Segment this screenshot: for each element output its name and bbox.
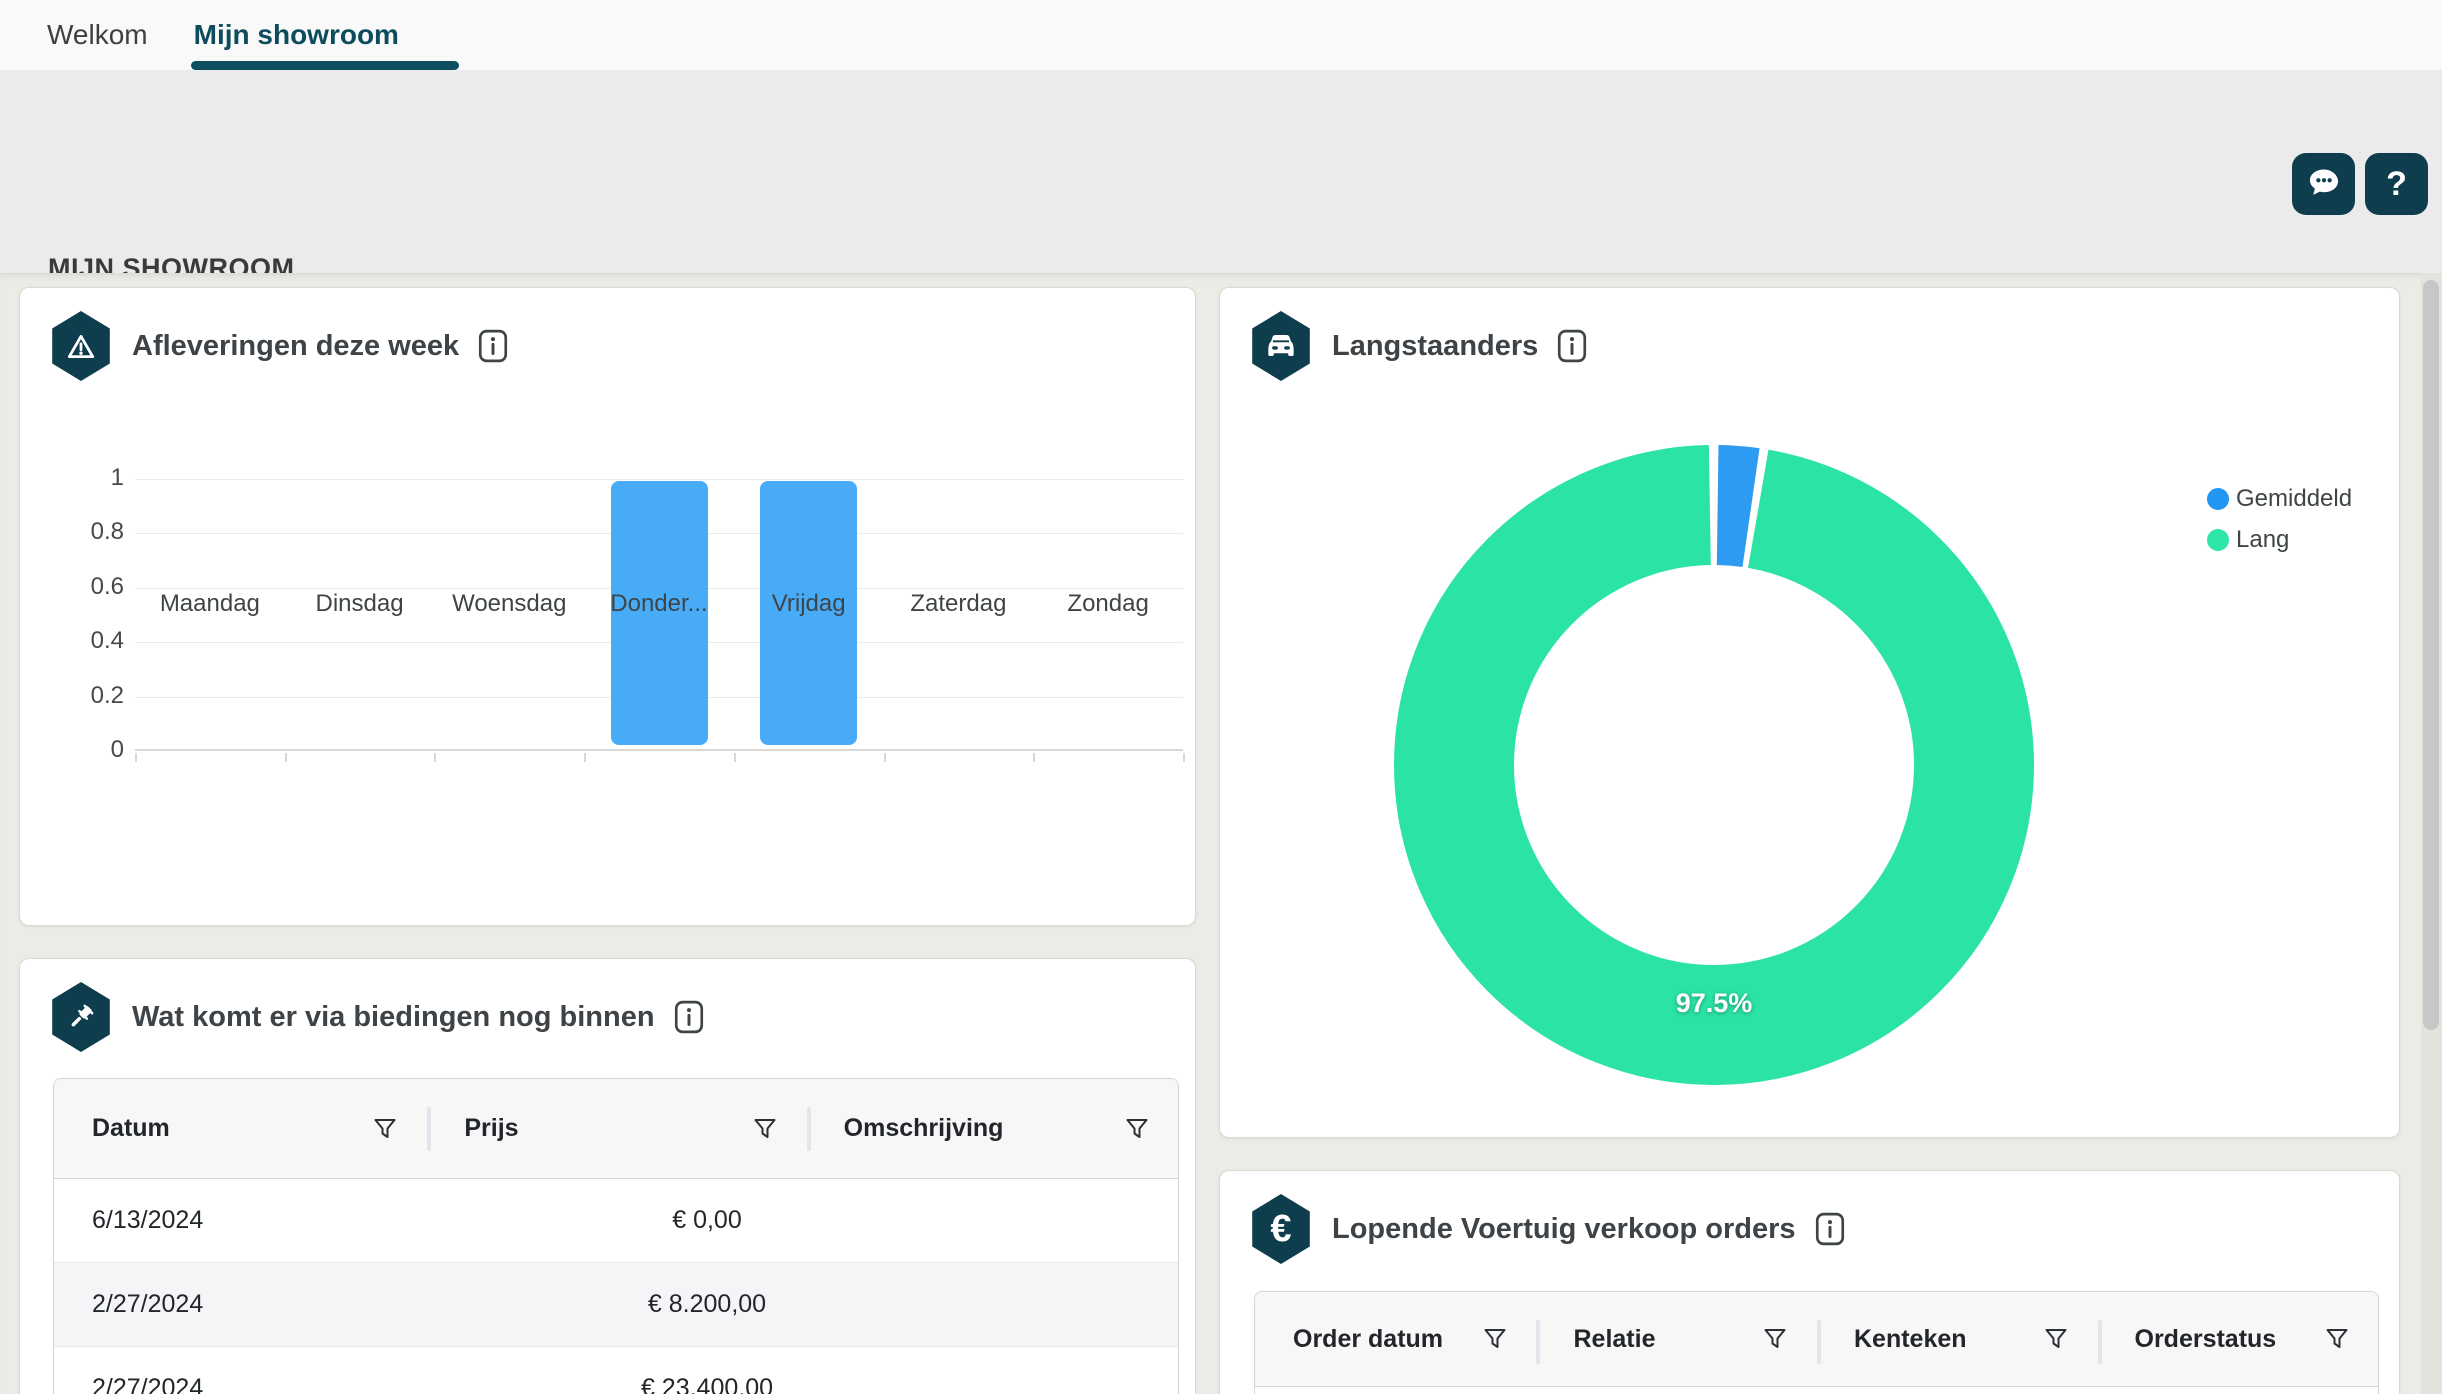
card-header: Langstaanders	[1249, 311, 1587, 381]
tab-welkom-label: Welkom	[47, 19, 148, 51]
y-axis-tick-label: 0.2	[38, 682, 124, 710]
x-axis-tick-label: Zondag	[1033, 590, 1183, 618]
x-axis-tick-label: Donder...	[584, 590, 734, 618]
donut-percentage-label: 97.5%	[1594, 988, 1834, 1019]
column-header-label: Omschrijving	[844, 1114, 1004, 1143]
x-axis-tick	[884, 753, 886, 762]
table-row[interactable]	[1255, 1387, 2378, 1394]
cell-prijs: € 8.200,00	[427, 1290, 987, 1319]
question-mark-icon: ?	[2386, 165, 2407, 204]
card-title: Langstaanders	[1332, 330, 1538, 363]
x-axis-tick	[434, 753, 436, 762]
column-header-relatie: Relatie	[1536, 1292, 1817, 1386]
y-axis-tick-label: 1	[38, 464, 124, 492]
y-axis-tick-label: 0.4	[38, 627, 124, 655]
legend-item-lang[interactable]: Lang	[2207, 526, 2352, 554]
filter-icon[interactable]	[372, 1116, 398, 1142]
orders-table: Order datum Relatie Kenteken Orderstatus	[1254, 1291, 2379, 1394]
card-lopende-verkoop-orders: € Lopende Voertuig verkoop orders Order …	[1219, 1170, 2400, 1394]
column-header-label: Order datum	[1293, 1325, 1443, 1354]
y-axis-tick-label: 0.8	[38, 518, 124, 546]
content-area: Afleveringen deze week 00.20.40.60.81Maa…	[0, 273, 2442, 1394]
cell-prijs: € 0,00	[427, 1206, 987, 1235]
filter-icon[interactable]	[2043, 1326, 2069, 1352]
y-axis-tick-label: 0	[38, 736, 124, 764]
cell-prijs: € 23.400,00	[427, 1374, 987, 1394]
bar-chart-afleveringen: 0 0.2 0.4 0.6 0.8 1 MaandagDinsdagWoensdagDond…	[20, 288, 1195, 925]
column-header-label: Orderstatus	[2135, 1325, 2277, 1354]
x-axis-tick	[135, 753, 137, 762]
card-afleveringen-deze-week: Afleveringen deze week 00.20.40.60.81Maa…	[19, 287, 1196, 926]
filter-icon[interactable]	[1762, 1326, 1788, 1352]
y-axis-tick-label: 0.6	[38, 573, 124, 601]
header-band: ? MIJN SHOWROOM	[0, 70, 2442, 273]
info-icon[interactable]	[1815, 1212, 1845, 1246]
cell-datum: 2/27/2024	[54, 1290, 427, 1319]
table-body: 6/13/2024€ 0,002/27/2024€ 8.200,002/27/2…	[54, 1179, 1178, 1394]
column-header-label: Kenteken	[1854, 1325, 1967, 1354]
x-axis-tick-label: Woensdag	[434, 590, 584, 618]
active-tab-underline	[191, 61, 459, 70]
x-axis-tick	[1183, 753, 1185, 762]
column-header-label: Relatie	[1574, 1325, 1656, 1354]
column-header-datum: Datum	[54, 1079, 426, 1178]
tab-mijn-showroom[interactable]: Mijn showroom	[194, 0, 399, 70]
info-icon[interactable]	[674, 1000, 704, 1034]
help-button[interactable]: ?	[2365, 153, 2428, 215]
card-header: € Lopende Voertuig verkoop orders	[1249, 1194, 1845, 1264]
legend-dot-icon	[2207, 488, 2229, 510]
x-axis-tick	[734, 753, 736, 762]
column-header-kenteken: Kenteken	[1816, 1292, 2097, 1386]
car-icon	[1249, 311, 1313, 381]
x-axis-tick-label: Zaterdag	[884, 590, 1034, 618]
tab-welkom[interactable]: Welkom	[47, 0, 148, 70]
gridline	[135, 479, 1183, 480]
x-axis-tick	[584, 753, 586, 762]
x-axis-tick-label: Dinsdag	[285, 590, 435, 618]
card-title: Wat komt er via biedingen nog binnen	[132, 1001, 655, 1034]
table-header-row: Datum Prijs Omschrijving	[54, 1079, 1178, 1179]
column-header-label: Datum	[92, 1114, 170, 1143]
biedingen-table: DatumPrijsOmschrijving 6/13/2024€ 0,002/…	[53, 1078, 1179, 1394]
chat-bubble-icon	[2306, 167, 2342, 202]
column-header-orderstatus: Orderstatus	[2097, 1292, 2379, 1386]
table-header-row: Order datum Relatie Kenteken Orderstatus	[1255, 1292, 2378, 1387]
info-icon[interactable]	[1557, 329, 1587, 363]
filter-icon[interactable]	[2324, 1326, 2350, 1352]
card-langstaanders: Langstaanders 97.5% Gemiddeld Lang	[1219, 287, 2400, 1138]
tab-mijn-showroom-label: Mijn showroom	[194, 19, 399, 51]
table-row[interactable]: 2/27/2024€ 8.200,00	[54, 1263, 1178, 1347]
legend-dot-icon	[2207, 529, 2229, 551]
table-row[interactable]: 2/27/2024€ 23.400,00	[54, 1347, 1178, 1394]
cell-datum: 2/27/2024	[54, 1374, 427, 1394]
x-axis-tick	[285, 753, 287, 762]
euro-icon: €	[1249, 1194, 1313, 1264]
cell-datum: 6/13/2024	[54, 1206, 427, 1235]
filter-icon[interactable]	[1124, 1116, 1150, 1142]
column-header-order-datum: Order datum	[1255, 1292, 1536, 1386]
filter-icon[interactable]	[752, 1116, 778, 1142]
scrollbar-thumb[interactable]	[2423, 280, 2439, 1030]
x-axis-tick	[1033, 753, 1035, 762]
card-biedingen: Wat komt er via biedingen nog binnen Dat…	[19, 958, 1196, 1394]
mijn-showroom-dashboard: Welkom Mijn showroom ? MIJN SHOWROOM	[0, 0, 2442, 1394]
legend-item-gemiddeld[interactable]: Gemiddeld	[2207, 485, 2352, 513]
card-title: Lopende Voertuig verkoop orders	[1332, 1213, 1796, 1246]
donut-slice-lang	[1454, 505, 1974, 1025]
gavel-icon	[49, 982, 113, 1052]
tab-bar: Welkom Mijn showroom	[0, 0, 2442, 70]
column-header-omschrijving: Omschrijving	[806, 1079, 1178, 1178]
x-axis-tick-label: Maandag	[135, 590, 285, 618]
column-header-label: Prijs	[464, 1114, 518, 1143]
chat-button[interactable]	[2292, 153, 2355, 215]
card-header: Wat komt er via biedingen nog binnen	[49, 982, 704, 1052]
column-header-prijs: Prijs	[426, 1079, 805, 1178]
filter-icon[interactable]	[1482, 1326, 1508, 1352]
x-axis-tick-label: Vrijdag	[734, 590, 884, 618]
legend-label: Gemiddeld	[2236, 485, 2352, 513]
chart-legend: Gemiddeld Lang	[2207, 485, 2352, 554]
table-row[interactable]: 6/13/2024€ 0,00	[54, 1179, 1178, 1263]
legend-label: Lang	[2236, 526, 2289, 554]
